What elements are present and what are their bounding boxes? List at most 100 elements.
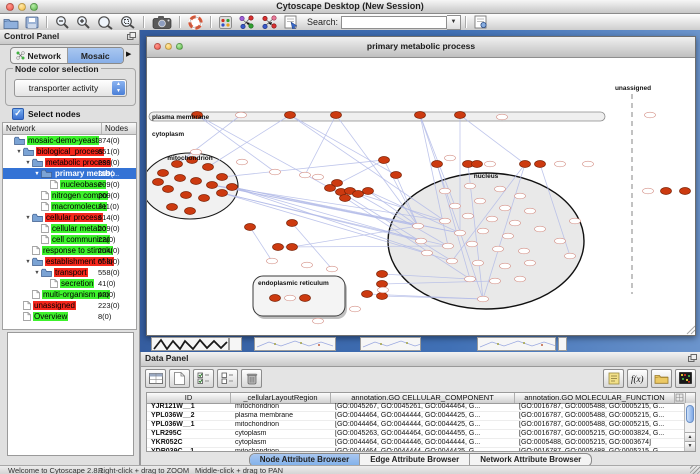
advanced-search-button[interactable] [472, 15, 490, 30]
network-node[interactable] [217, 174, 228, 181]
table-row[interactable]: YDR039C__1mitochondrion[GO:0044464, GO:0… [147, 448, 684, 451]
scroll-down-icon[interactable]: ▼ [685, 441, 695, 451]
select-attributes-button[interactable] [193, 369, 214, 388]
tree-row[interactable]: response to stimulu264(0) [3, 245, 136, 256]
network-node-label[interactable] [313, 318, 324, 324]
annotation-button[interactable] [282, 15, 300, 30]
network-node[interactable] [455, 112, 466, 119]
network-node[interactable] [153, 179, 164, 186]
network-node-label[interactable] [463, 213, 474, 219]
column-header[interactable]: annotation.GO CELLULAR_COMPONENT [331, 393, 515, 403]
network-node-label[interactable] [440, 188, 451, 194]
network-node-label[interactable] [490, 278, 501, 284]
network-node-label[interactable] [300, 172, 311, 178]
network-node[interactable] [287, 220, 298, 227]
table-scrollbar[interactable]: ▲ ▼ [684, 403, 695, 451]
network-node-label[interactable] [497, 114, 508, 120]
unselect-attributes-button[interactable] [217, 369, 238, 388]
tree-row[interactable]: ▼cellular process614(0) [3, 212, 136, 223]
float-panel-icon[interactable] [688, 354, 697, 362]
network-node[interactable] [331, 112, 342, 119]
birdseye-view-panel[interactable] [7, 332, 134, 456]
network-node[interactable] [167, 204, 178, 211]
disclosure-icon[interactable]: ▼ [15, 149, 23, 155]
network-node[interactable] [520, 161, 531, 168]
network-node-label[interactable] [467, 241, 478, 247]
network-node[interactable] [377, 293, 388, 300]
network-node-label[interactable] [645, 112, 656, 118]
network-node[interactable] [270, 295, 281, 302]
network-node-label[interactable] [525, 208, 536, 214]
background-window-strip[interactable] [558, 337, 567, 351]
float-panel-icon[interactable] [127, 32, 136, 40]
zoom-fit-button[interactable] [95, 15, 116, 30]
table-row[interactable]: YKR052Ccytoplasm[GO:0044464, GO:0044446,… [147, 439, 684, 448]
network-node[interactable] [175, 175, 186, 182]
tab-mosaic[interactable]: Mosaic [68, 48, 124, 63]
network-node[interactable] [415, 112, 426, 119]
network-node[interactable] [340, 195, 351, 202]
column-header[interactable]: _cellularLayoutRegion [231, 393, 331, 403]
attribute-table-button[interactable] [145, 369, 166, 388]
table-row[interactable]: YPL036W__2plasma membrane[GO:0044464, GO… [147, 412, 684, 421]
network-node[interactable] [185, 208, 196, 215]
network-node[interactable] [191, 178, 202, 185]
tree-row[interactable]: secretion41(0) [3, 278, 136, 289]
network-node[interactable] [227, 184, 238, 191]
network-node[interactable] [432, 161, 443, 168]
network-node-label[interactable] [455, 230, 466, 236]
tree-column-network[interactable]: Network [3, 123, 102, 134]
tree-row[interactable]: ▼biological_process651(0) [3, 146, 136, 157]
window-resize-grip[interactable] [690, 465, 700, 474]
frame-resize-grip[interactable] [687, 326, 695, 334]
network-node-label[interactable] [236, 112, 247, 118]
tree-row[interactable]: Overview8(0) [3, 311, 136, 322]
import-attributes-button[interactable] [651, 369, 672, 388]
zoom-selected-button[interactable] [118, 15, 138, 30]
network-node-label[interactable] [510, 220, 521, 226]
scrollbar-thumb[interactable] [686, 405, 694, 423]
network-node-label[interactable] [413, 223, 424, 229]
new-attribute-button[interactable] [169, 369, 190, 388]
network-node[interactable] [163, 186, 174, 193]
network-node-label[interactable] [443, 243, 454, 249]
network-node[interactable] [245, 224, 256, 231]
network-node-label[interactable] [643, 188, 654, 194]
network-node[interactable] [472, 161, 483, 168]
network-node-label[interactable] [583, 161, 594, 167]
layout-selected-button[interactable] [259, 15, 280, 30]
network-node[interactable] [203, 164, 214, 171]
tree-row[interactable]: cellular metabo209(0) [3, 223, 136, 234]
network-node-label[interactable] [473, 260, 484, 266]
tree-row[interactable]: mosaic-demo-yeast874(0) [3, 135, 136, 146]
network-node[interactable] [377, 281, 388, 288]
network-node[interactable] [353, 191, 364, 198]
function-builder-button[interactable]: f(x) [627, 369, 648, 388]
network-node-label[interactable] [500, 205, 511, 211]
column-header[interactable]: ID [147, 393, 231, 403]
tree-row[interactable]: nucleobase-209(0) [3, 179, 136, 190]
network-node-label[interactable] [440, 218, 451, 224]
network-node-label[interactable] [487, 216, 498, 222]
tree-row[interactable]: nitrogen compo209(0) [3, 190, 136, 201]
network-node[interactable] [363, 188, 374, 195]
background-window-strip[interactable] [229, 337, 242, 351]
network-node-label[interactable] [555, 161, 566, 167]
network-node-label[interactable] [478, 296, 489, 302]
background-window-strip[interactable] [254, 337, 336, 351]
network-node-label[interactable] [447, 258, 458, 264]
select-nodes-checkbox[interactable]: ✓ [12, 108, 24, 120]
attribute-notes-button[interactable] [603, 369, 624, 388]
network-node-label[interactable] [285, 295, 296, 301]
network-node-label[interactable] [493, 246, 504, 252]
delete-attribute-button[interactable] [241, 369, 262, 388]
column-header[interactable]: annotation.GO MOLECULAR_FUNCTION [515, 393, 675, 403]
network-node[interactable] [332, 180, 343, 187]
network-node-label[interactable] [515, 193, 526, 199]
vizmapper-button[interactable] [217, 15, 234, 30]
table-row[interactable]: YPL036W__1mitochondrion[GO:0044464, GO:0… [147, 421, 684, 430]
network-node-label[interactable] [465, 276, 476, 282]
zoom-in-button[interactable] [74, 15, 93, 30]
open-session-button[interactable] [1, 15, 21, 30]
tree-row[interactable]: cell communicat22(0) [3, 234, 136, 245]
